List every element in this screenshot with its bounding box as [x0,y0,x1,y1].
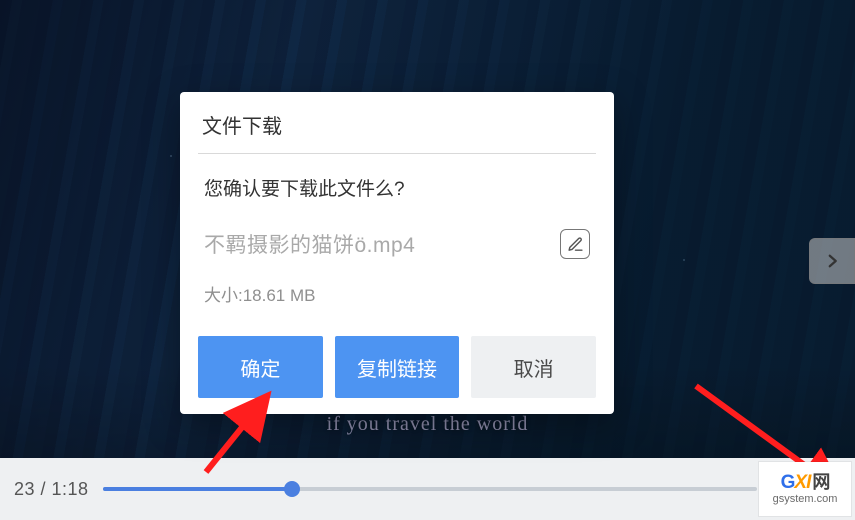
dialog-confirm-text: 您确认要下载此文件么? [204,174,590,201]
watermark-subtext: gsystem.com [773,494,838,505]
next-video-button[interactable] [809,238,855,284]
progress-fill [103,487,293,491]
edit-icon [567,236,584,253]
cancel-button[interactable]: 取消 [471,336,596,398]
chevron-right-icon [823,252,841,270]
progress-thumb[interactable] [284,481,300,497]
confirm-button[interactable]: 确定 [198,336,323,398]
filename-display: 不羁摄影的猫饼ö.mp4 [204,229,548,259]
edit-filename-button[interactable] [560,229,590,259]
watermark-letter-xi: XI [794,472,810,493]
file-size-label: 大小:18.61 MB [204,281,590,306]
progress-slider[interactable] [103,477,757,501]
dialog-title: 文件下载 [198,110,596,154]
watermark-letter-g: G [781,472,795,493]
time-display: 23 / 1:18 [14,479,89,500]
copy-link-button[interactable]: 复制链接 [335,336,460,398]
watermark-net: 网 [812,472,829,492]
watermark-logo: GXI网 gsystem.com [759,462,851,516]
video-caption-overlay: if you travel the world [327,413,529,436]
video-controls-bar: 23 / 1:18 [0,458,855,520]
download-dialog: 文件下载 您确认要下载此文件么? 不羁摄影的猫饼ö.mp4 大小:18.61 M… [180,92,614,414]
